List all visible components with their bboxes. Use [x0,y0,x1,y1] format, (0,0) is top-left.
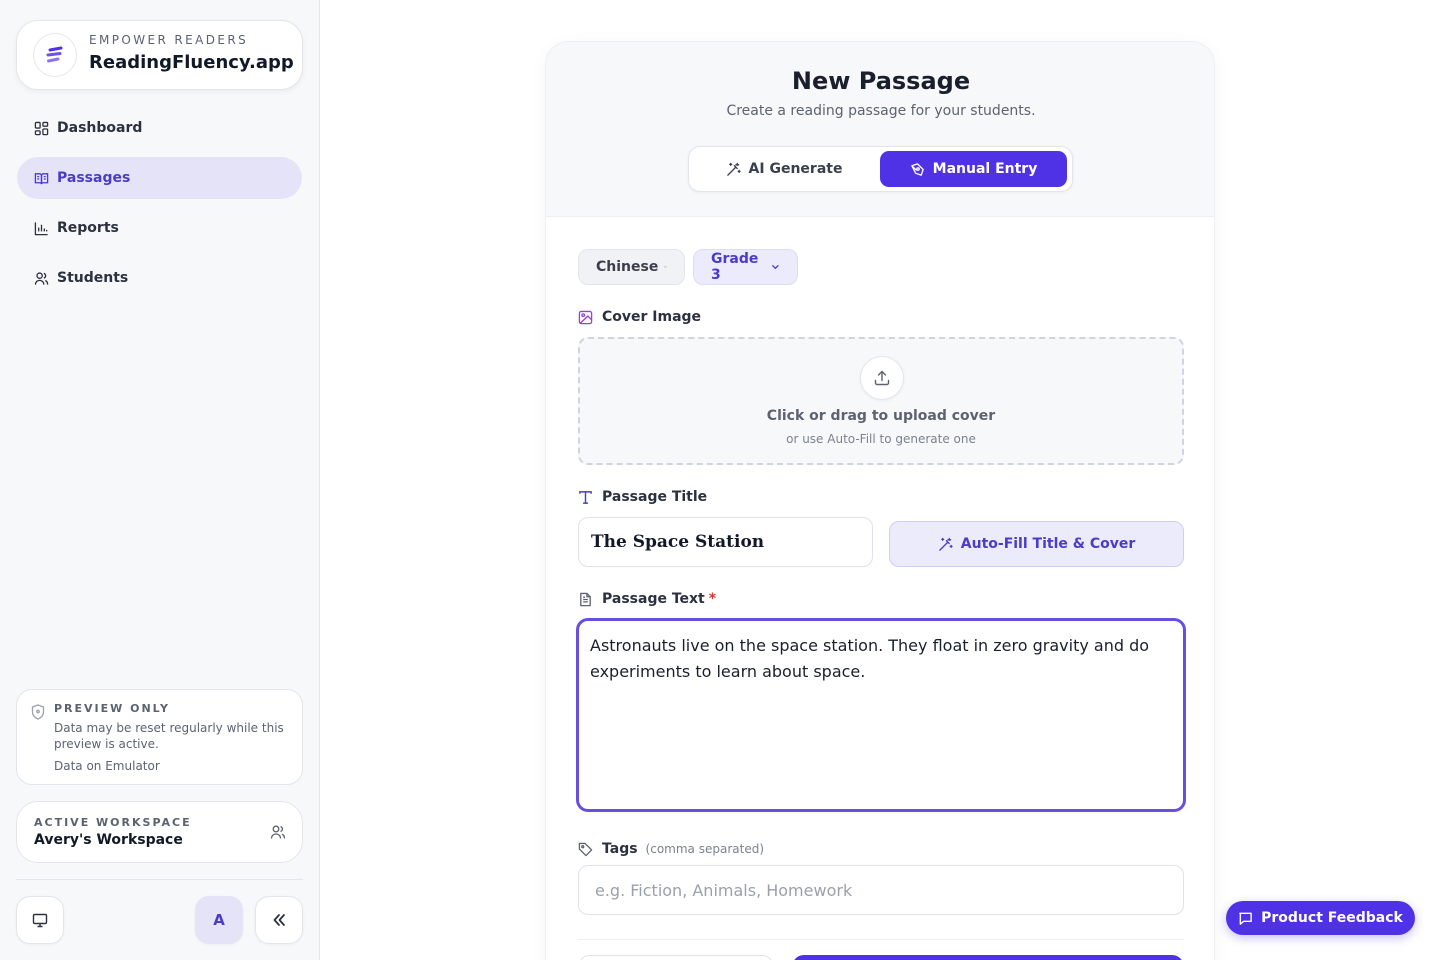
upload-icon [860,356,904,400]
upload-text: Click or drag to upload cover [766,408,996,424]
language-select[interactable]: Chinese [578,249,685,285]
monitor-icon [32,913,48,928]
sidebar-item-label: Reports [57,220,119,236]
grade-value: Grade 3 [711,251,759,283]
display-mode-button[interactable] [16,896,64,944]
notice-title: PREVIEW ONLY [54,702,170,715]
dashboard-icon [34,121,49,135]
tab-label: AI Generate [748,161,843,177]
workspace-name: Avery's Workspace [34,832,183,848]
chevron-down-icon [664,266,667,268]
message-square-icon [1239,912,1252,925]
sidebar-item-passages[interactable]: Passages [17,157,302,199]
bar-chart-icon [34,221,48,235]
tags-label: Tags (comma separated) [578,841,764,857]
chevron-down-icon [772,265,779,270]
passage-text-area[interactable]: Astronauts live on the space station. Th… [576,618,1186,812]
sidebar-item-students[interactable]: Students [17,257,302,299]
text-type-icon [579,490,592,504]
tags-input[interactable]: e.g. Fiction, Animals, Homework [578,865,1184,915]
chevrons-left-icon [273,914,285,926]
sidebar-item-label: Students [57,270,129,286]
notice-text: Data may be reset regularly while this p… [54,721,284,751]
shield-icon [31,704,45,720]
notice-footer: Data on Emulator [54,759,160,773]
required-mark: * [708,591,717,607]
new-passage-card: New Passage Create a reading passage for… [545,41,1215,960]
pen-tool-icon [910,162,924,176]
magic-wand-icon [938,537,953,551]
tag-icon [578,842,593,856]
brand-card[interactable]: EMPOWER READERS ReadingFluency.app [16,20,303,90]
feedback-label: Product Feedback [1261,910,1403,926]
form-divider [578,939,1184,940]
auto-fill-label: Auto-Fill Title & Cover [960,536,1136,552]
cover-image-label: Cover Image [578,309,701,325]
auto-fill-button[interactable]: Auto-Fill Title & Cover [889,521,1184,567]
passage-text-label: Passage Text * [578,591,716,607]
sidebar-item-label: Passages [57,170,131,186]
mode-toggle: AI Generate Manual Entry [688,146,1073,192]
preview-notice: PREVIEW ONLY Data may be reset regularly… [16,689,303,785]
tab-label: Manual Entry [932,161,1038,177]
cover-upload-dropzone[interactable]: Click or drag to upload cover or use Aut… [578,337,1184,465]
tags-label-text: Tags [602,841,638,857]
passage-text-label-text: Passage Text [602,591,705,607]
save-passage-button[interactable] [792,955,1184,960]
users-icon [34,271,49,285]
sidebar-item-label: Dashboard [57,120,143,136]
book-open-icon [34,172,49,184]
passage-title-label-text: Passage Title [602,489,708,505]
page-title: New Passage [791,67,971,95]
avatar[interactable]: A [195,896,243,944]
page-subtitle: Create a reading passage for your studen… [726,103,1036,119]
cover-image-label-text: Cover Image [602,309,702,325]
document-icon [580,592,591,606]
app-logo-icon [33,33,77,77]
grade-select[interactable]: Grade 3 [693,249,798,285]
image-icon [578,310,593,324]
product-feedback-button[interactable]: Product Feedback [1226,901,1415,935]
tags-hint: (comma separated) [645,842,764,856]
collapse-sidebar-button[interactable] [255,896,303,944]
sidebar-item-dashboard[interactable]: Dashboard [17,107,302,149]
passage-title-label: Passage Title [578,489,707,505]
workspace-label: ACTIVE WORKSPACE [34,816,192,829]
language-value: Chinese [596,259,659,275]
sidebar: EMPOWER READERS ReadingFluency.app Dashb… [0,0,320,960]
users-icon [270,825,286,839]
card-header: New Passage Create a reading passage for… [546,42,1214,217]
sidebar-item-reports[interactable]: Reports [17,207,302,249]
brand-name: ReadingFluency.app [89,52,294,73]
upload-hint: or use Auto-Fill to generate one [786,432,976,446]
magic-wand-icon [726,162,741,176]
cancel-button[interactable] [578,955,774,960]
passage-title-input[interactable]: The Space Station [578,517,873,567]
sidebar-divider [16,879,303,880]
workspace-switcher[interactable]: ACTIVE WORKSPACE Avery's Workspace [16,801,303,863]
tab-ai-generate[interactable]: AI Generate [693,151,875,187]
brand-tagline: EMPOWER READERS [89,33,249,47]
tab-manual-entry[interactable]: Manual Entry [880,151,1067,187]
